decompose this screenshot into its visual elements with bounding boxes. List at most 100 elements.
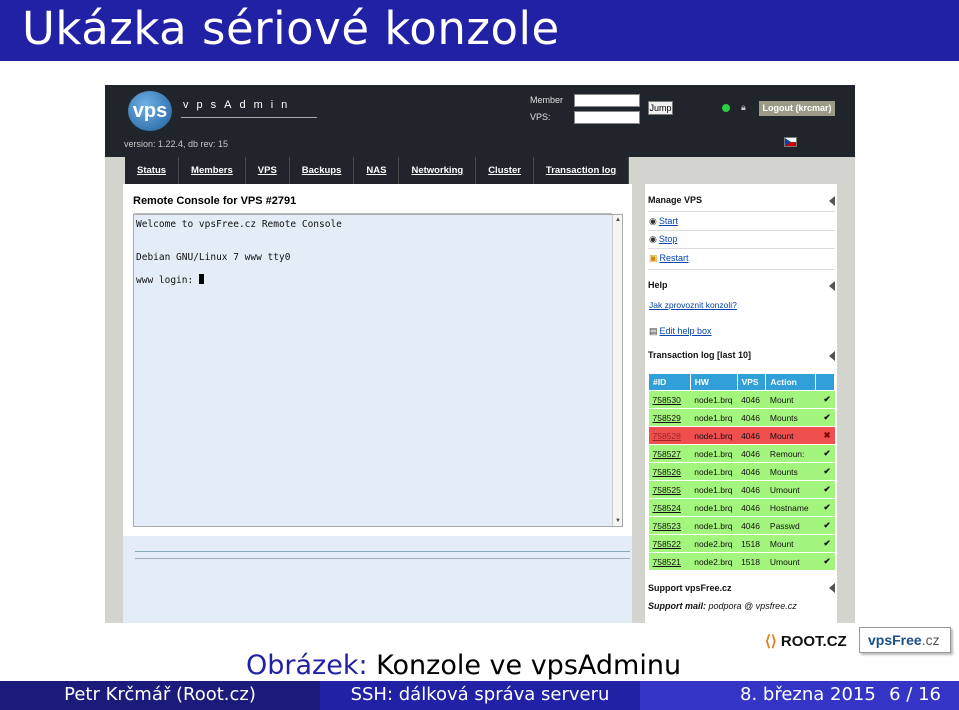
- transaction-log-table: #ID HW VPS Action 758530 node1.brq 4046 Mou…: [648, 373, 835, 571]
- transaction-id-link[interactable]: 758525: [648, 480, 691, 499]
- scroll-down-icon[interactable]: ▼: [615, 518, 621, 524]
- vps-input[interactable]: [574, 111, 640, 124]
- divider: [135, 551, 630, 552]
- nav-item-status[interactable]: Status: [125, 157, 180, 184]
- nav-item-networking[interactable]: Networking: [399, 157, 477, 184]
- nav-item-nas[interactable]: NAS: [354, 157, 400, 184]
- nav-item-cluster[interactable]: Cluster: [476, 157, 534, 184]
- success-check-icon: ✔: [815, 390, 835, 409]
- action-cell: Hostname: [765, 498, 816, 517]
- action-cell: Mount: [765, 534, 816, 553]
- vps-cell: 1518: [737, 534, 766, 553]
- table-row: 758526 node1.brq 4046 Mounts ✔: [648, 462, 835, 481]
- collapse-arrow-icon[interactable]: [829, 196, 835, 206]
- action-cell: Mount: [765, 426, 816, 445]
- action-cell: Mount: [765, 390, 816, 409]
- column-header: HW: [689, 373, 738, 391]
- hw-cell: node2.brq: [690, 534, 738, 553]
- nav-item-members[interactable]: Members: [179, 157, 246, 184]
- hw-cell: node1.brq: [690, 408, 738, 427]
- transaction-id-link[interactable]: 758528: [648, 426, 691, 445]
- vpsfree-logo: vpsFree.cz: [859, 627, 951, 653]
- terminal-line: Debian GNU/Linux 7 www tty0: [136, 252, 291, 263]
- restart-label: Restart: [659, 253, 689, 263]
- collapse-arrow-icon[interactable]: [829, 351, 835, 361]
- transaction-id-link[interactable]: 758530: [648, 390, 691, 409]
- footer-date: 8. března 2015: [740, 684, 876, 705]
- stop-vps-link[interactable]: ◉ Stop: [649, 234, 677, 245]
- nav-item-transaction-log[interactable]: Transaction log: [534, 157, 630, 184]
- hw-cell: node1.brq: [690, 390, 738, 409]
- transaction-id-link[interactable]: 758526: [648, 462, 691, 481]
- help-link[interactable]: Jak zprovoznit konzoli?: [649, 300, 737, 310]
- success-check-icon: ✔: [815, 516, 835, 535]
- support-mail-label: Support mail:: [648, 601, 706, 611]
- caption-text: Konzole ve vpsAdminu: [376, 650, 682, 681]
- transaction-id-link[interactable]: 758522: [648, 534, 691, 553]
- sidebar: Manage VPS ◉ Start ◉ Stop ▣ Restart Help Ja…: [645, 184, 837, 623]
- terminal-line: www login:: [136, 274, 204, 286]
- edit-icon: ▤: [649, 326, 658, 336]
- member-input[interactable]: [574, 94, 640, 107]
- slide-title-bar: Ukázka sériové konzole: [0, 0, 959, 61]
- root-logo-text: ROOT.CZ: [780, 633, 847, 650]
- hw-cell: node1.brq: [690, 462, 738, 481]
- lock-icon: 🔒︎: [741, 102, 746, 112]
- transaction-id-link[interactable]: 758524: [648, 498, 691, 517]
- column-header: [815, 373, 835, 391]
- footer-author: Petr Krčmář (Root.cz): [0, 681, 320, 710]
- logout-button[interactable]: Logout (krcmar): [759, 101, 835, 116]
- nav-item-vps[interactable]: VPS: [246, 157, 290, 184]
- vpsfree-logo-tld: .cz: [921, 632, 940, 648]
- collapse-arrow-icon[interactable]: [829, 281, 835, 291]
- caption-label: Obrázek:: [246, 650, 368, 681]
- divider: [648, 269, 835, 270]
- edit-help-box-link[interactable]: ▤ Edit help box: [649, 326, 712, 337]
- action-cell: Remoun:: [765, 444, 816, 463]
- hw-cell: node1.brq: [690, 426, 738, 445]
- table-row: 758525 node1.brq 4046 Umount ✔: [648, 480, 835, 499]
- collapse-arrow-icon[interactable]: [829, 583, 835, 593]
- vps-cell: 1518: [737, 552, 766, 571]
- column-header: Action: [765, 373, 817, 391]
- action-cell: Passwd: [765, 516, 816, 535]
- column-header: VPS: [736, 373, 767, 391]
- vps-cell: 4046: [737, 444, 766, 463]
- transaction-id-link[interactable]: 758521: [648, 552, 691, 571]
- root-cz-logo: ⟨⟩ ROOT.CZ: [765, 632, 847, 650]
- transaction-id-link[interactable]: 758523: [648, 516, 691, 535]
- help-heading: Help: [648, 280, 668, 290]
- vps-logo-icon[interactable]: vps: [128, 91, 172, 131]
- transaction-id-link[interactable]: 758529: [648, 408, 691, 427]
- console-terminal[interactable]: Welcome to vpsFree.cz Remote Console Deb…: [133, 213, 623, 527]
- transaction-id-link[interactable]: 758527: [648, 444, 691, 463]
- vps-label: VPS:: [530, 112, 551, 122]
- table-row: 758530 node1.brq 4046 Mount ✔: [648, 390, 835, 409]
- vps-cell: 4046: [737, 408, 766, 427]
- terminal-scrollbar[interactable]: ▲ ▼: [612, 215, 622, 526]
- main-navigation: Status Members VPS Backups NAS Networking Clus…: [125, 157, 630, 184]
- success-check-icon: ✔: [815, 408, 835, 427]
- start-label: Start: [658, 216, 678, 226]
- language-flag-icon[interactable]: [784, 137, 797, 147]
- table-row: 758527 node1.brq 4046 Remoun: ✔: [648, 444, 835, 463]
- nav-item-backups[interactable]: Backups: [290, 157, 355, 184]
- start-vps-link[interactable]: ◉ Start: [649, 216, 678, 227]
- scroll-up-icon[interactable]: ▲: [615, 217, 621, 223]
- figure-caption: Obrázek: Konzole ve vpsAdminu: [246, 650, 681, 681]
- edit-help-label: Edit help box: [659, 326, 712, 336]
- table-row: 758521 node2.brq 1518 Umount ✔: [648, 552, 835, 571]
- hw-cell: node1.brq: [690, 444, 738, 463]
- slide-footer: Petr Krčmář (Root.cz) SSH: dálková správ…: [0, 681, 959, 710]
- transaction-log-heading: Transaction log [last 10]: [648, 350, 752, 360]
- hw-cell: node1.brq: [690, 480, 738, 499]
- table-row: 758528 node1.brq 4046 Mount ✖: [648, 426, 835, 445]
- stop-label: Stop: [658, 234, 678, 244]
- vpsadmin-screenshot: vps vpsAdmin version: 1.22.4, db rev: 15…: [105, 85, 855, 623]
- failure-icon: ✖: [815, 426, 835, 445]
- restart-vps-link[interactable]: ▣ Restart: [649, 253, 689, 264]
- table-row: 758529 node1.brq 4046 Mounts ✔: [648, 408, 835, 427]
- version-info: version: 1.22.4, db rev: 15: [124, 139, 229, 149]
- jump-button[interactable]: Jump: [648, 101, 673, 115]
- vps-cell: 4046: [737, 426, 766, 445]
